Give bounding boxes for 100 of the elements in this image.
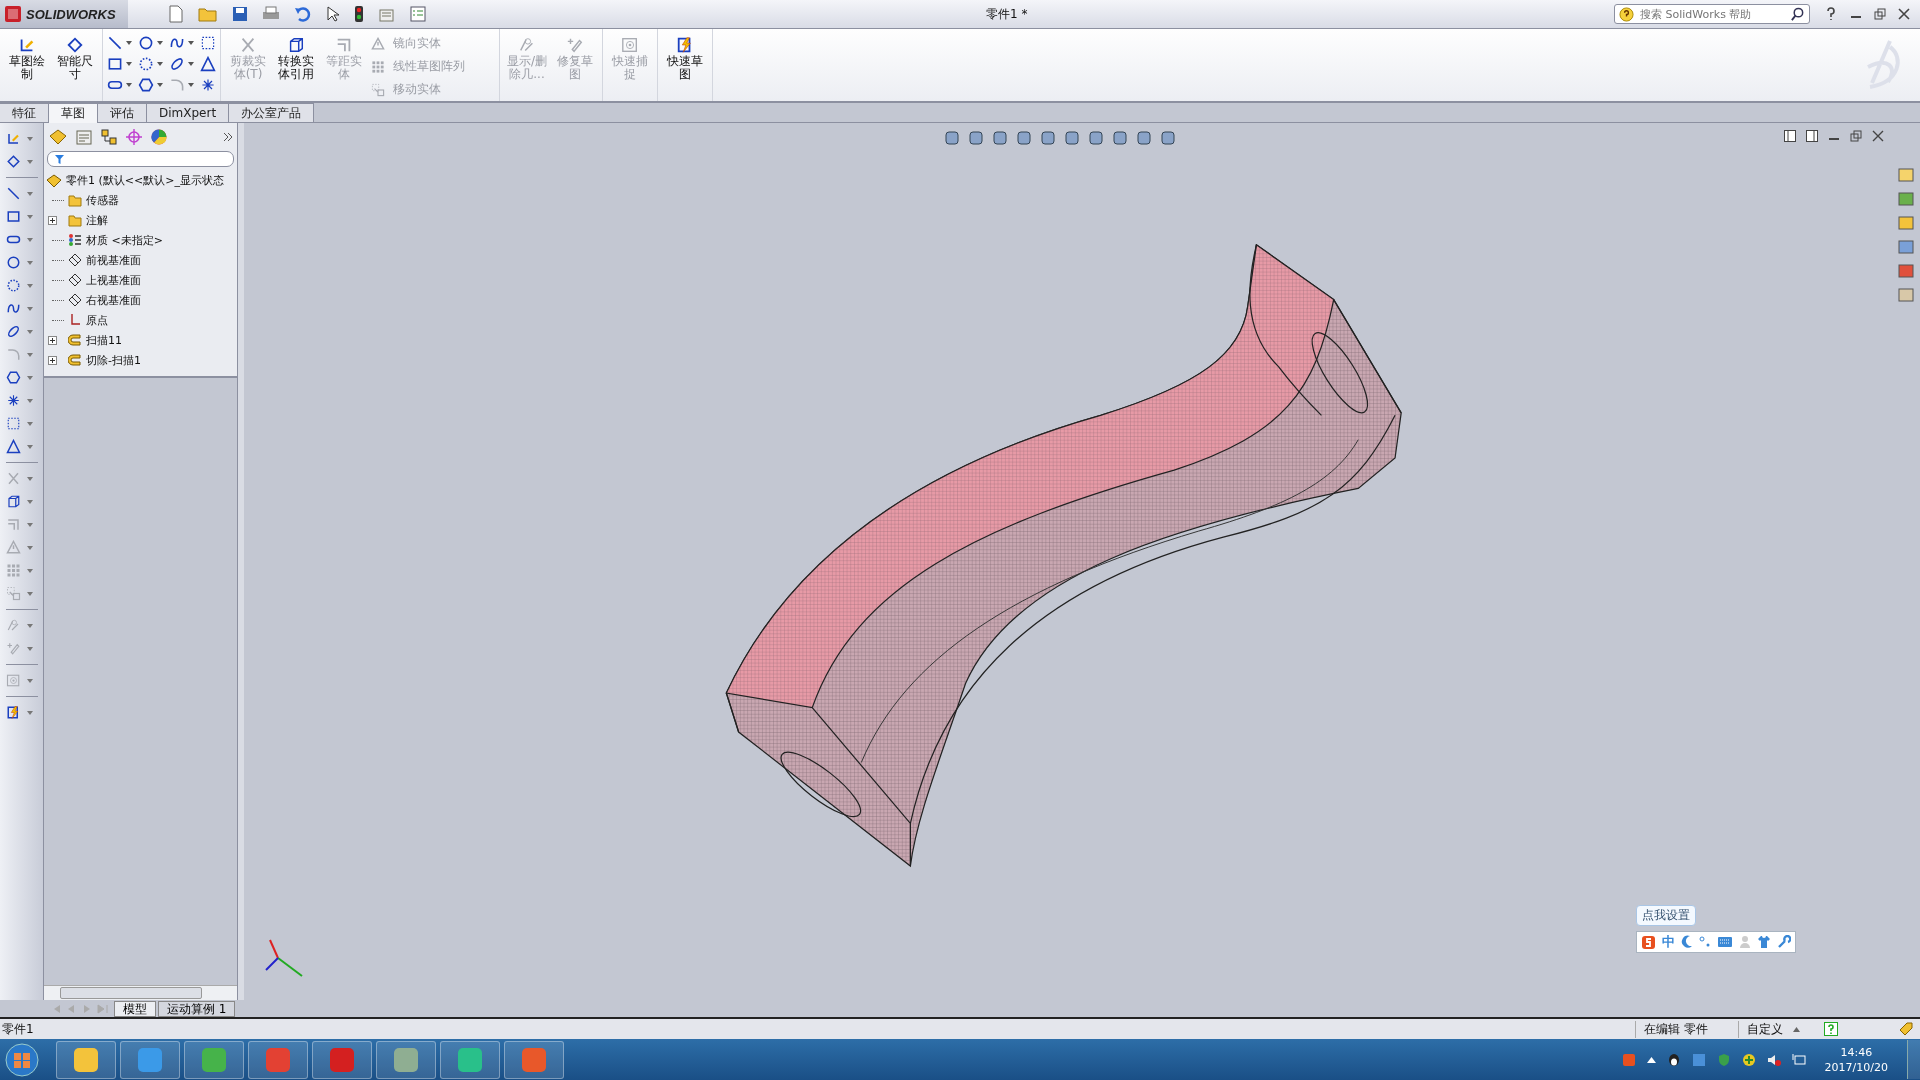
- search-icon[interactable]: [1790, 6, 1805, 22]
- caret-icon[interactable]: [27, 214, 33, 219]
- taskbar-app-button[interactable]: [56, 1040, 116, 1079]
- expand-chevron-icon[interactable]: [223, 132, 233, 142]
- tree-item[interactable]: 原点: [44, 310, 237, 330]
- task-pane-tab-icon[interactable]: [1898, 167, 1914, 183]
- lightning-sketch-icon[interactable]: [6, 705, 21, 720]
- dashed-plane-icon[interactable]: [6, 416, 21, 431]
- line-icon[interactable]: [6, 186, 21, 201]
- circle-icon[interactable]: [6, 255, 21, 270]
- shirt-icon[interactable]: [1757, 935, 1771, 949]
- arc-icon[interactable]: [6, 278, 21, 293]
- caret-icon[interactable]: [157, 41, 163, 45]
- filter-field[interactable]: [47, 151, 234, 167]
- rectangle-icon[interactable]: [6, 209, 21, 224]
- view-tool-icon[interactable]: [1112, 130, 1128, 146]
- triangle-icon[interactable]: [6, 439, 21, 454]
- feature-tree-tab-icon[interactable]: [48, 128, 68, 146]
- help-icon[interactable]: [1824, 7, 1838, 21]
- pencil-sketch-icon[interactable]: [6, 131, 21, 146]
- dashed-plane-icon[interactable]: [200, 35, 216, 51]
- ribbon-button[interactable]: 快速草图: [662, 33, 708, 83]
- view-tool-icon[interactable]: [1136, 130, 1152, 146]
- caret-icon[interactable]: [27, 421, 33, 426]
- hexagon-icon[interactable]: [6, 370, 21, 385]
- restore-icon[interactable]: [1850, 130, 1862, 142]
- caret-icon[interactable]: [27, 260, 33, 265]
- ellipse-icon[interactable]: [169, 56, 185, 72]
- split-view-icon[interactable]: [1806, 130, 1818, 142]
- tab[interactable]: 运动算例 1: [158, 1000, 236, 1017]
- point-icon[interactable]: [6, 393, 21, 408]
- pointer-icon[interactable]: [326, 6, 340, 22]
- expand-plus-icon[interactable]: [48, 215, 57, 225]
- taskbar-app-button[interactable]: [312, 1040, 372, 1079]
- spline-icon[interactable]: [169, 35, 185, 51]
- traffic-light-icon[interactable]: [354, 5, 364, 23]
- tab[interactable]: 办公室产品: [228, 103, 315, 122]
- triangle-icon[interactable]: [200, 56, 216, 72]
- wrench-icon[interactable]: [1777, 935, 1791, 949]
- view-tool-icon[interactable]: [1088, 130, 1104, 146]
- task-pane-tab-icon[interactable]: [1898, 287, 1914, 303]
- network-icon[interactable]: [1791, 1052, 1806, 1067]
- tree-item[interactable]: 前视基准面: [44, 250, 237, 270]
- punctuation-icon[interactable]: [1699, 935, 1711, 949]
- caret-icon[interactable]: [27, 306, 33, 311]
- units-menu[interactable]: 自定义: [1738, 1020, 1783, 1038]
- search-field[interactable]: 搜索 SolidWorks 帮助: [1614, 4, 1810, 24]
- tray-app-icon[interactable]: [1691, 1052, 1706, 1067]
- moon-icon[interactable]: [1681, 935, 1693, 949]
- task-pane-tab-icon[interactable]: [1898, 191, 1914, 207]
- ime-mode-toggle[interactable]: 中: [1662, 933, 1675, 951]
- caret-icon[interactable]: [27, 444, 33, 449]
- caret-icon[interactable]: [126, 62, 132, 66]
- show-desktop-button[interactable]: [1907, 1040, 1920, 1079]
- tree-item[interactable]: 注解: [44, 210, 237, 230]
- expand-plus-icon[interactable]: [48, 355, 57, 365]
- start-button-icon[interactable]: [4, 1041, 40, 1078]
- close-icon[interactable]: [1898, 8, 1910, 20]
- close-icon[interactable]: [1872, 130, 1884, 142]
- ellipse-icon[interactable]: [6, 324, 21, 339]
- taskbar-app-button[interactable]: [376, 1040, 436, 1079]
- horizontal-scrollbar[interactable]: [44, 985, 237, 1000]
- ime-logo-icon[interactable]: [1621, 1052, 1636, 1067]
- rectangle-icon[interactable]: [107, 56, 123, 72]
- checklist-icon[interactable]: [410, 6, 426, 22]
- caret-icon[interactable]: [27, 710, 33, 715]
- new-document-icon[interactable]: [168, 5, 184, 23]
- penguin-icon[interactable]: [1666, 1052, 1681, 1067]
- configuration-tab-icon[interactable]: [100, 128, 118, 146]
- task-pane-tab-icon[interactable]: [1898, 239, 1914, 255]
- plus-icon[interactable]: [1741, 1052, 1756, 1067]
- caret-icon[interactable]: [27, 237, 33, 242]
- caret-icon[interactable]: [188, 41, 194, 45]
- tree-item[interactable]: 扫描11: [44, 330, 237, 350]
- point-icon[interactable]: [200, 77, 216, 93]
- system-clock[interactable]: 14:46 2017/10/20: [1816, 1044, 1896, 1075]
- tag-icon[interactable]: [1898, 1021, 1914, 1037]
- task-pane-tab-icon[interactable]: [1898, 263, 1914, 279]
- caret-icon[interactable]: [27, 136, 33, 141]
- tree-item[interactable]: 材质 <未指定>: [44, 230, 237, 250]
- ribbon-button[interactable]: 智能尺寸: [52, 33, 98, 83]
- tree-item[interactable]: 切除-扫描1: [44, 350, 237, 370]
- show-hidden-icons-icon[interactable]: [1646, 1056, 1656, 1063]
- caret-icon[interactable]: [126, 83, 132, 87]
- tab[interactable]: 特征: [0, 103, 49, 122]
- taskbar-app-button[interactable]: [248, 1040, 308, 1079]
- split-view-icon[interactable]: [1784, 130, 1796, 142]
- line-icon[interactable]: [107, 35, 123, 51]
- tab[interactable]: 草图: [48, 103, 98, 123]
- restore-icon[interactable]: [1874, 8, 1886, 20]
- expand-plus-icon[interactable]: [48, 335, 57, 345]
- hexagon-icon[interactable]: [138, 77, 154, 93]
- caret-icon[interactable]: [1793, 1026, 1800, 1032]
- caret-icon[interactable]: [27, 159, 33, 164]
- caret-icon[interactable]: [188, 62, 194, 66]
- property-tab-icon[interactable]: [75, 128, 93, 146]
- cube-icon[interactable]: [6, 494, 21, 509]
- undo-icon[interactable]: [294, 6, 312, 22]
- caret-icon[interactable]: [27, 398, 33, 403]
- view-tool-icon[interactable]: [968, 130, 984, 146]
